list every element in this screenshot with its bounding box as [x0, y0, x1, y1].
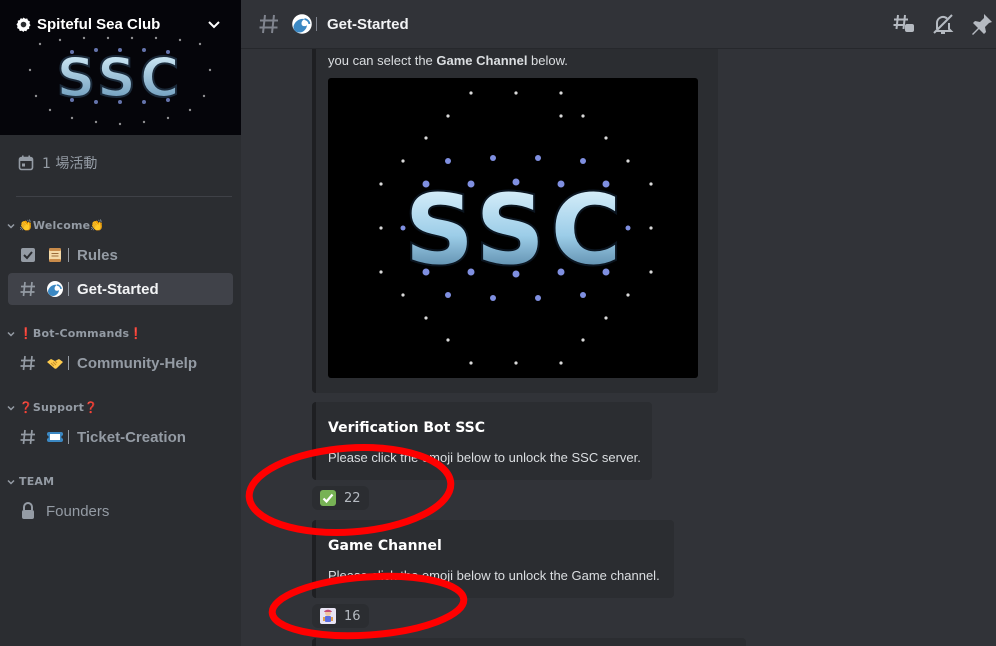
banner-logo-text: SSC [57, 46, 184, 109]
channel-item-get-started[interactable]: Get-Started [8, 273, 233, 305]
embed-logo-text: SSC [405, 174, 627, 286]
channel-label: Rules [77, 246, 118, 264]
message-embed-next [312, 638, 746, 646]
channel-item-rules[interactable]: Rules [8, 239, 233, 271]
channel-item-ticket-creation[interactable]: Ticket-Creation [8, 421, 233, 453]
reaction-count: 22 [344, 490, 361, 506]
mute-bell-icon[interactable] [931, 12, 955, 36]
reaction-count: 16 [344, 608, 361, 624]
category-label: TEAM [19, 475, 55, 488]
lock-icon [18, 501, 38, 521]
embed-ssc-logo-image[interactable]: SSC [328, 78, 698, 378]
server-header[interactable]: Spiteful Sea Club [16, 14, 230, 34]
hash-icon [18, 279, 38, 299]
calendar-icon [18, 155, 34, 171]
scroll-emoji [46, 246, 64, 264]
embed-description: you can select the Game Channel below. [328, 53, 568, 68]
handshake-emoji [46, 354, 64, 372]
channel-separator [316, 17, 317, 31]
channel-label: Get-Started [77, 280, 159, 298]
category-team[interactable]: TEAM [6, 475, 54, 488]
chevron-down-icon [7, 405, 15, 411]
category-label: ❓Support❓ [19, 401, 98, 414]
chevron-down-icon[interactable] [206, 16, 222, 32]
check-mark-emoji [320, 490, 336, 506]
pin-icon[interactable] [970, 12, 994, 36]
events-link[interactable]: 1 場活動 [18, 153, 97, 173]
channel-header: Get-Started [241, 0, 996, 49]
category-label: ❗Bot-Commands❗ [19, 327, 144, 340]
channel-separator [68, 248, 69, 262]
channel-label: Ticket-Creation [77, 428, 186, 446]
hash-icon [18, 353, 38, 373]
server-banner[interactable]: SSC Spiteful Sea Club [0, 0, 241, 135]
message-list[interactable]: you can select the Game Channel below. S… [241, 49, 996, 646]
message-embed-intro: you can select the Game Channel below. S… [312, 49, 718, 393]
channel-separator [68, 430, 69, 444]
channel-label: Community-Help [77, 354, 197, 372]
category-support[interactable]: ❓Support❓ [6, 401, 98, 414]
channel-item-community-help[interactable]: Community-Help [8, 347, 233, 379]
wave-emoji [46, 280, 64, 298]
server-name: Spiteful Sea Club [37, 15, 161, 33]
message-embed-game-channel: Game Channel Please click the emoji belo… [312, 520, 674, 598]
chevron-down-icon [7, 479, 15, 485]
category-welcome[interactable]: 👏Welcome👏 [6, 219, 104, 232]
embed-bold-text: Game Channel [436, 53, 528, 68]
embed-title: Game Channel [328, 538, 442, 554]
channel-title: Get-Started [327, 15, 409, 33]
embed-description: Please click the emoji below to unlock t… [328, 568, 660, 583]
channel-label: Founders [46, 502, 110, 520]
reaction-game[interactable]: 16 [312, 604, 369, 628]
channel-sidebar: SSC Spiteful Sea Club 1 場活動 👏Welcome👏 Ru… [0, 0, 241, 646]
category-label: 👏Welcome👏 [19, 219, 105, 232]
channel-item-founders[interactable]: Founders [8, 495, 233, 527]
category-bot-commands[interactable]: ❗Bot-Commands❗ [6, 327, 143, 340]
hash-icon [18, 427, 38, 447]
sidebar-divider [16, 196, 232, 197]
ticket-emoji [46, 428, 64, 446]
embed-description: Please click the emoji below to unlock t… [328, 450, 641, 465]
game-character-emoji [320, 608, 336, 624]
server-badge-icon [16, 16, 31, 32]
chevron-down-icon [7, 223, 15, 229]
embed-title: Verification Bot SSC [328, 420, 486, 436]
threads-icon[interactable] [892, 12, 916, 36]
message-embed-verification: Verification Bot SSC Please click the em… [312, 402, 652, 480]
chevron-down-icon [7, 331, 15, 337]
reaction-check[interactable]: 22 [312, 486, 369, 510]
wave-emoji [292, 14, 312, 34]
channel-separator [68, 356, 69, 370]
hash-icon [259, 14, 278, 34]
channel-separator [68, 282, 69, 296]
events-label: 1 場活動 [42, 156, 98, 172]
rules-checkbox-icon [18, 245, 38, 265]
